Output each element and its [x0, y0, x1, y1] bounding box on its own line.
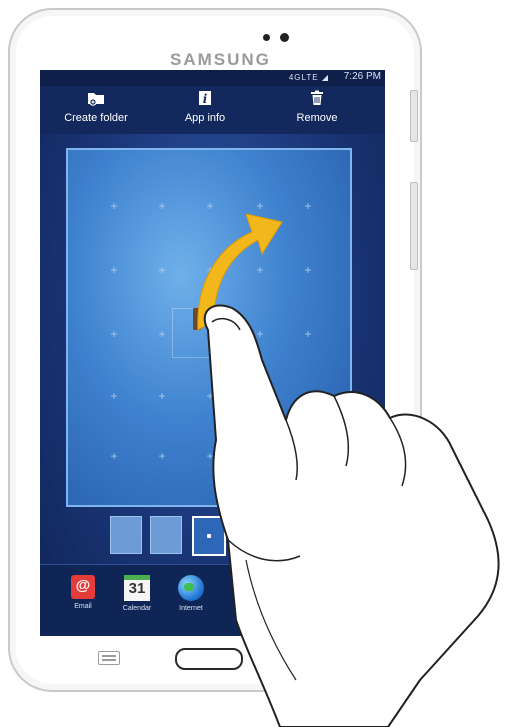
create-folder-button[interactable]: Create folder [51, 90, 141, 124]
dock-app-label: Calendar [122, 605, 152, 612]
dock-app-calendar[interactable]: 31 Calendar [110, 575, 164, 612]
create-folder-label: Create folder [64, 112, 128, 124]
email-icon [71, 575, 95, 599]
trash-icon [311, 90, 323, 105]
grid-cross-icon: + [158, 327, 166, 341]
menu-key[interactable] [98, 651, 120, 665]
calendar-icon: 31 [124, 575, 150, 601]
grid-cross-icon: + [256, 389, 264, 403]
grid-cross-icon: + [206, 389, 214, 403]
front-sensor [263, 34, 270, 41]
grid-cross-icon: + [158, 449, 166, 463]
page-indicator [110, 516, 310, 556]
page-thumb-current[interactable] [192, 516, 226, 556]
grid-cross-icon: + [158, 199, 166, 213]
grid-cross-icon: + [304, 263, 312, 277]
dock-app-label: Internet [179, 605, 203, 612]
app-dock: Email 31 Calendar Internet [40, 564, 385, 636]
calendar-date: 31 [128, 580, 146, 597]
page-thumb-1[interactable] [110, 516, 142, 554]
remove-button[interactable]: Remove [272, 90, 362, 124]
grid-cross-icon: + [304, 327, 312, 341]
grid-cross-icon: + [256, 449, 264, 463]
status-time: 7:26 PM [343, 71, 381, 82]
grid-cross-icon: + [256, 263, 264, 277]
page-thumb-2[interactable] [150, 516, 182, 554]
grid-cross-icon: + [206, 263, 214, 277]
network-subtype: LTE [301, 73, 319, 82]
network-type: 4G [288, 73, 302, 82]
volume-button[interactable] [410, 182, 418, 270]
dragged-item[interactable] [193, 308, 201, 330]
grid-cross-icon: + [206, 449, 214, 463]
svg-text:i: i [203, 92, 208, 106]
grid-cross-icon: + [304, 389, 312, 403]
grid-cross-icon: + [110, 449, 118, 463]
power-button[interactable] [410, 90, 418, 142]
globe-icon [178, 575, 204, 601]
front-camera [280, 33, 289, 42]
folder-icon [88, 93, 104, 106]
home-button[interactable] [175, 648, 243, 670]
grid-cross-icon: + [110, 389, 118, 403]
dock-app-internet[interactable]: Internet [164, 575, 218, 612]
page-thumb-4[interactable] [234, 516, 266, 554]
grid-cross-icon: + [158, 389, 166, 403]
brand-logo: SAMSUNG [170, 50, 271, 69]
grid-cross-icon: + [110, 263, 118, 277]
app-info-button[interactable]: i App info [160, 90, 250, 124]
dock-app-email[interactable]: Email [56, 575, 110, 610]
app-info-label: App info [184, 112, 226, 124]
edit-action-bar: Create folder i App info Remove [40, 86, 385, 134]
grid-cross-icon: + [110, 327, 118, 341]
grid-cross-icon: + [158, 263, 166, 277]
current-page-dot [207, 534, 211, 538]
grid-cross-icon: + [256, 327, 264, 341]
grid-cross-icon: + [110, 199, 118, 213]
remove-label: Remove [296, 112, 338, 124]
grid-cross-icon: + [304, 199, 312, 213]
grid-cross-icon: + [206, 199, 214, 213]
info-icon: i [199, 91, 211, 106]
grid-cross-icon: + [304, 449, 312, 463]
home-page-edit-panel[interactable]: + + + + + + + + + + + + + + + + + + + + + + + + + [66, 148, 352, 507]
grid-cross-icon: + [256, 199, 264, 213]
status-bar: 4GLTE ◢ 7:26 PM [40, 70, 385, 86]
dock-app-label: Email [74, 603, 92, 610]
grid-cross-icon: + [206, 327, 214, 341]
signal-icon: ◢ [321, 73, 329, 82]
home-screen: 4GLTE ◢ 7:26 PM Create folder i App info [40, 70, 385, 636]
